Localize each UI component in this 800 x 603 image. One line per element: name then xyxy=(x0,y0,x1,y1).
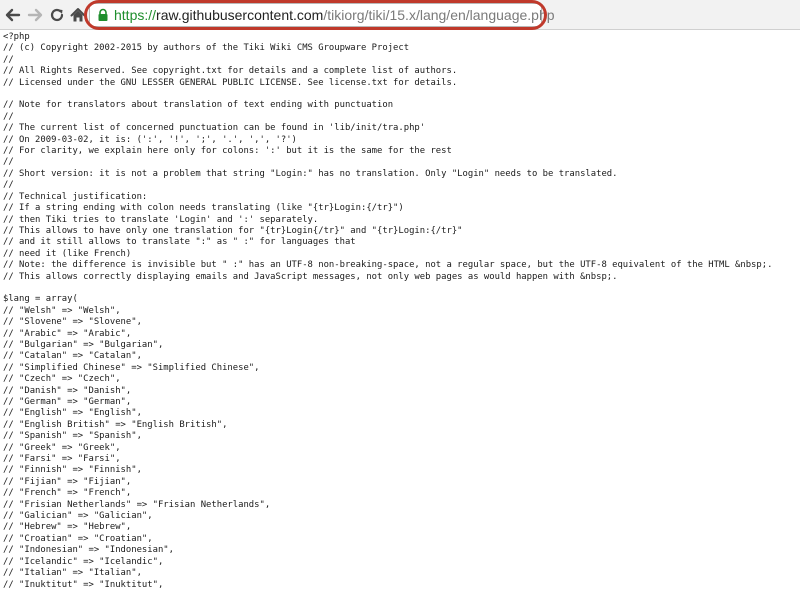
source-code: <?php // (c) Copyright 2002-2015 by auth… xyxy=(3,32,797,591)
code-line: // "Croatian" => "Croatian", xyxy=(3,533,153,544)
code-line: // Note: the difference is invisible but… xyxy=(3,260,773,271)
code-line: // "Bulgarian" => "Bulgarian", xyxy=(3,339,164,350)
code-line: // The current list of concerned punctua… xyxy=(3,123,426,134)
code-line: // xyxy=(3,111,14,122)
code-line: // Short version: it is not a problem th… xyxy=(3,168,618,179)
lock-icon xyxy=(98,8,108,21)
browser-toolbar: https://raw.githubusercontent.com/tikior… xyxy=(0,0,800,30)
code-line: // "Finnish" => "Finnish", xyxy=(3,465,142,476)
code-line: // "Simplified Chinese" => "Simplified C… xyxy=(3,362,260,373)
code-line: // "Catalan" => "Catalan", xyxy=(3,351,142,362)
code-line: // Licensed under the GNU LESSER GENERAL… xyxy=(3,77,458,88)
code-line: $lang = array( xyxy=(3,294,78,305)
arrow-right-icon xyxy=(27,8,43,22)
code-line: // "French" => "French", xyxy=(3,488,132,499)
code-line: // xyxy=(3,54,14,65)
arrow-left-icon xyxy=(5,8,21,22)
code-line: // This allows correctly displaying emai… xyxy=(3,271,618,282)
reload-button[interactable] xyxy=(47,5,67,25)
code-line: // "English" => "English", xyxy=(3,408,142,419)
code-line: // "English British" => "English British… xyxy=(3,419,228,430)
code-line: // xyxy=(3,180,14,191)
code-line: // and it still allows to translate ":" … xyxy=(3,237,356,248)
code-line: // All Rights Reserved. See copyright.tx… xyxy=(3,66,458,77)
code-line: <?php xyxy=(3,32,30,42)
code-line: // "Inuktitut" => "Inuktitut", xyxy=(3,579,164,590)
code-line: // If a string ending with colon needs t… xyxy=(3,203,404,214)
code-line: // "Icelandic" => "Icelandic", xyxy=(3,556,164,567)
code-line: // "Farsi" => "Farsi", xyxy=(3,454,121,465)
code-line: // "Greek" => "Greek", xyxy=(3,442,121,453)
code-line: // (c) Copyright 2002-2015 by authors of… xyxy=(3,43,410,54)
code-line: // On 2009-03-02, it is: (':', '!', ';',… xyxy=(3,134,297,145)
forward-button[interactable] xyxy=(25,5,45,25)
url-text: https://raw.githubusercontent.com/tikior… xyxy=(114,7,555,24)
code-line: // "Welsh" => "Welsh", xyxy=(3,305,121,316)
code-line: // "Slovene" => "Slovene", xyxy=(3,317,142,328)
code-line: // This allows to have only one translat… xyxy=(3,225,463,236)
code-line: // "Spanish" => "Spanish", xyxy=(3,431,142,442)
code-line: // need it (like French) xyxy=(3,248,132,259)
code-line: // "Galician" => "Galician", xyxy=(3,511,153,522)
url-scheme: https:// xyxy=(114,7,157,23)
code-line: // Note for translators about translatio… xyxy=(3,100,394,111)
code-line: // "Czech" => "Czech", xyxy=(3,374,121,385)
url-path: /tikiorg/tiki/15.x/lang/en/language.php xyxy=(323,7,555,23)
code-line: // xyxy=(3,157,14,168)
code-line: // "Indonesian" => "Indonesian", xyxy=(3,545,174,556)
code-line: // For clarity, we explain here only for… xyxy=(3,146,452,157)
url-host: raw.githubusercontent.com xyxy=(156,7,324,23)
code-line: // then Tiki tries to translate 'Login' … xyxy=(3,214,319,225)
code-line: // Technical justification: xyxy=(3,191,148,202)
address-bar[interactable]: https://raw.githubusercontent.com/tikior… xyxy=(89,3,555,27)
home-button[interactable] xyxy=(68,5,88,25)
code-line: // "Fijian" => "Fijian", xyxy=(3,476,132,487)
code-line: // "Danish" => "Danish", xyxy=(3,385,132,396)
code-line: // "German" => "German", xyxy=(3,397,132,407)
page-content: <?php // (c) Copyright 2002-2015 by auth… xyxy=(0,30,800,603)
back-button[interactable] xyxy=(3,5,23,25)
home-icon xyxy=(70,8,86,22)
code-line: // "Italian" => "Italian", xyxy=(3,568,142,579)
code-line: // "Hebrew" => "Hebrew", xyxy=(3,522,132,533)
code-line: // "Frisian Netherlands" => "Frisian Net… xyxy=(3,499,271,510)
reload-icon xyxy=(50,8,64,22)
code-line: // "Arabic" => "Arabic", xyxy=(3,328,132,339)
